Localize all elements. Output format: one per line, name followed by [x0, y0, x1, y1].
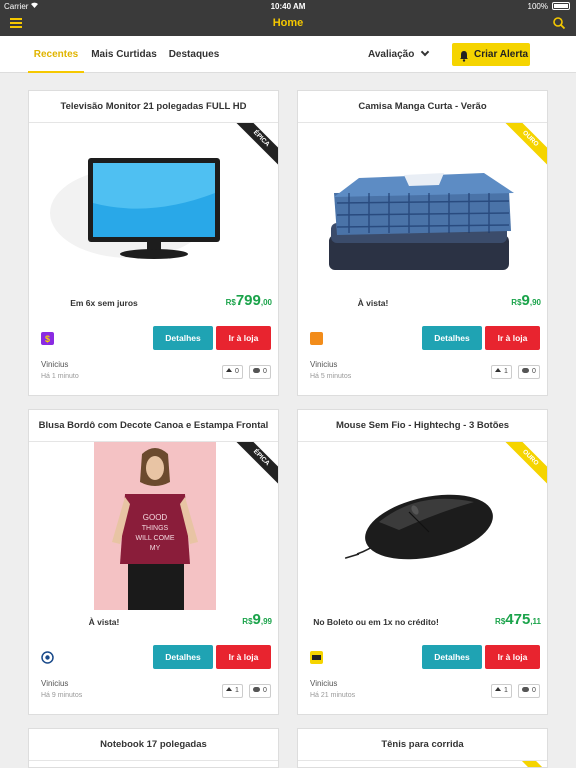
author-name: Vinicius [310, 360, 338, 369]
details-button[interactable]: Detalhes [153, 645, 213, 669]
deal-title: Mouse Sem Fio - Hightechg - 3 Botões [298, 410, 547, 442]
comments-button[interactable]: 0 [249, 365, 271, 379]
svg-text:THINGS: THINGS [142, 525, 169, 532]
status-bar: Carrier 10:40 AM 100% [0, 0, 576, 12]
comment-icon [522, 368, 529, 373]
deal-title: Blusa Bordô com Decote Canoa e Estampa F… [29, 410, 278, 442]
payment-terms: Em 6x sem juros [70, 298, 138, 308]
epica-ribbon: ÉPICA [234, 442, 278, 486]
go-to-store-button[interactable]: Ir à loja [216, 645, 271, 669]
deal-card[interactable]: Camisa Manga Curta - Verão OURO À vista!… [297, 90, 548, 396]
tab-destaques[interactable]: Destaques [166, 36, 222, 73]
details-button[interactable]: Detalhes [422, 326, 482, 350]
deal-card[interactable]: Televisão Monitor 21 polegadas FULL HD É… [28, 90, 279, 396]
payment-terms: À vista! [88, 617, 120, 627]
svg-text:MY: MY [150, 545, 161, 552]
price: R$475,11 [495, 611, 541, 628]
deal-card[interactable]: Blusa Bordô com Decote Canoa e Estampa F… [28, 409, 279, 715]
tab-mais-curtidas[interactable]: Mais Curtidas [90, 36, 158, 73]
svg-text:WILL COME: WILL COME [135, 535, 174, 542]
blue-circle-store-icon [41, 651, 54, 664]
battery-icon [552, 2, 570, 10]
post-time: Há 9 minutos [41, 692, 83, 699]
deal-card[interactable]: Mouse Sem Fio - Hightechg - 3 Botões OUR… [297, 409, 548, 715]
upvote-button[interactable]: 1 [222, 684, 243, 698]
price: R$9,99 [242, 611, 272, 628]
search-icon[interactable] [552, 16, 566, 30]
deal-title: Camisa Manga Curta - Verão [298, 91, 547, 123]
svg-text:$: $ [45, 334, 50, 344]
price: R$9,90 [511, 292, 541, 309]
go-to-store-button[interactable]: Ir à loja [485, 645, 540, 669]
upvote-icon [495, 687, 501, 691]
details-button[interactable]: Detalhes [422, 645, 482, 669]
chevron-down-icon [421, 47, 430, 57]
go-to-store-button[interactable]: Ir à loja [216, 326, 271, 350]
author-name: Vinicius [41, 360, 69, 369]
price: R$799,00 [225, 292, 272, 309]
upvote-icon [226, 687, 232, 691]
ouro-ribbon [507, 761, 547, 767]
deal-title: Tênis para corrida [298, 729, 547, 761]
nubank-store-icon: $ [41, 332, 54, 345]
post-time: Há 5 minutos [310, 373, 352, 380]
deal-card[interactable]: Notebook 17 polegadas [28, 728, 279, 768]
upvote-icon [495, 368, 501, 372]
yellow-card-store-icon [310, 651, 323, 664]
upvote-icon [226, 368, 232, 372]
comments-button[interactable]: 0 [249, 684, 271, 698]
author-name: Vinicius [41, 679, 69, 688]
comment-icon [253, 687, 260, 692]
battery-percent: 100% [527, 2, 548, 11]
payment-terms: À vista! [357, 298, 389, 308]
create-alert-label: Criar Alerta [474, 49, 529, 60]
details-button[interactable]: Detalhes [153, 326, 213, 350]
post-time: Há 1 minuto [41, 373, 79, 380]
filter-bar: Recentes Mais Curtidas Destaques Avaliaç… [0, 36, 576, 73]
sort-label: Avaliação [368, 49, 415, 60]
create-alert-button[interactable]: Criar Alerta [452, 43, 530, 66]
svg-text:GOOD: GOOD [143, 513, 168, 522]
ouro-ribbon: OURO [503, 123, 547, 167]
go-to-store-button[interactable]: Ir à loja [485, 326, 540, 350]
payment-terms: No Boleto ou em 1x no crédito! [313, 617, 439, 627]
upvote-button[interactable]: 0 [222, 365, 243, 379]
comments-button[interactable]: 0 [518, 365, 540, 379]
clock-label: 10:40 AM [270, 2, 306, 11]
comments-button[interactable]: 0 [518, 684, 540, 698]
bell-icon [459, 48, 469, 71]
page-title: Home [272, 17, 304, 29]
upvote-button[interactable]: 1 [491, 684, 512, 698]
post-time: Há 21 minutos [310, 692, 356, 699]
comment-icon [253, 368, 260, 373]
ouro-ribbon: OURO [503, 442, 547, 486]
deal-title: Televisão Monitor 21 polegadas FULL HD [29, 91, 278, 123]
comment-icon [522, 687, 529, 692]
orange-store-icon [310, 332, 323, 345]
sort-dropdown[interactable]: Avaliação [368, 36, 430, 73]
author-name: Vinicius [310, 679, 338, 688]
nav-bar: Home [0, 12, 576, 36]
upvote-button[interactable]: 1 [491, 365, 512, 379]
tab-recentes[interactable]: Recentes [28, 36, 84, 73]
deal-card[interactable]: Tênis para corrida [297, 728, 548, 768]
epica-ribbon: ÉPICA [234, 123, 278, 167]
deal-title: Notebook 17 polegadas [29, 729, 278, 761]
